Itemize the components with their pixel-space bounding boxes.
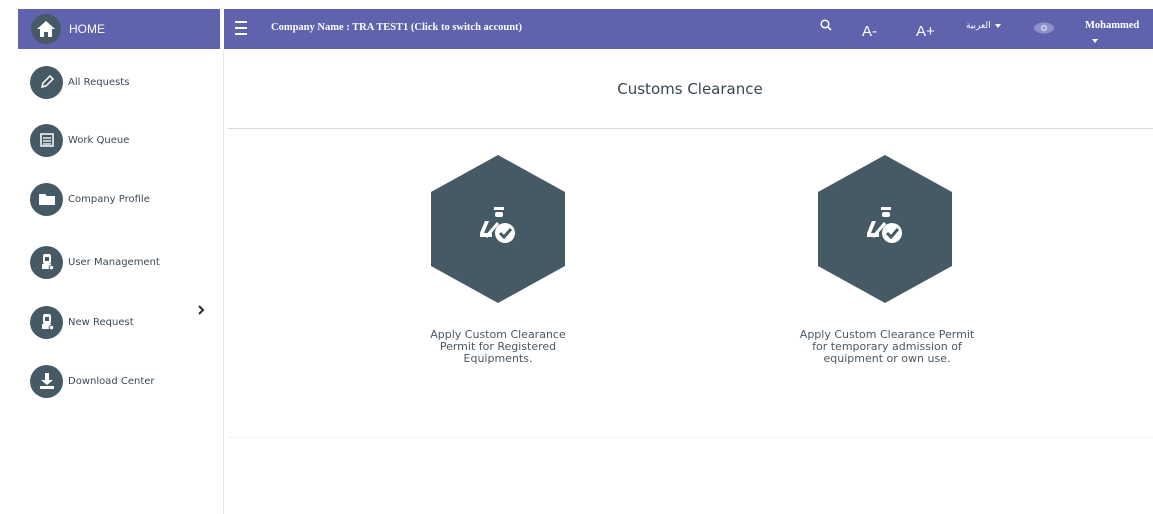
- company-switch-link[interactable]: Company Name : TRA TEST1 (Click to switc…: [271, 22, 522, 33]
- user-caret-icon: [1092, 39, 1098, 43]
- sidebar-item-all-requests[interactable]: All Requests: [30, 62, 220, 102]
- caret-down-icon: [994, 24, 1001, 28]
- sidebar-item-user-management[interactable]: User Management: [30, 242, 220, 282]
- user-lock-icon: [30, 305, 63, 339]
- customs-officer-check-icon: [818, 155, 952, 303]
- home-icon: [31, 14, 61, 44]
- sidebar-item-download-center[interactable]: Download Center: [30, 361, 220, 401]
- font-increase-button[interactable]: A+: [916, 23, 935, 40]
- chevron-right-icon[interactable]: [196, 304, 206, 316]
- eye-icon[interactable]: [1033, 21, 1055, 35]
- search-icon[interactable]: [819, 18, 833, 32]
- app-frame: HOME Company Name : TRA TEST1 (Click to …: [0, 0, 1153, 514]
- sidebar-item-new-request[interactable]: New Request: [30, 302, 220, 342]
- language-label: العربية: [966, 21, 991, 31]
- folder-icon: [30, 182, 63, 216]
- download-icon: [30, 364, 63, 398]
- menu-toggle-icon[interactable]: [235, 21, 247, 35]
- divider: [228, 437, 1153, 438]
- card-description: Apply Custom Clearance Permit for Regist…: [430, 328, 566, 365]
- home-button[interactable]: HOME: [18, 9, 220, 49]
- sidebar-item-label: All Requests: [68, 76, 130, 88]
- tray-icon: [30, 123, 63, 157]
- sidebar-item-company-profile[interactable]: Company Profile: [30, 179, 220, 219]
- language-dropdown[interactable]: العربية: [966, 21, 1001, 31]
- sidebar-item-label: Download Center: [68, 375, 155, 387]
- card-registered-equipment[interactable]: Apply Custom Clearance Permit for Regist…: [372, 155, 622, 385]
- font-decrease-button[interactable]: A-: [862, 23, 877, 40]
- home-label: HOME: [69, 22, 105, 36]
- pencil-icon: [30, 65, 63, 99]
- sidebar-item-work-queue[interactable]: Work Queue: [30, 120, 220, 160]
- card-temporary-admission[interactable]: Apply Custom Clearance Permit for tempor…: [762, 155, 1012, 395]
- top-bar: HOME Company Name : TRA TEST1 (Click to …: [0, 0, 1153, 50]
- sidebar-item-label: Work Queue: [68, 134, 130, 146]
- customs-officer-check-icon: [431, 155, 565, 303]
- sidebar-item-label: New Request: [68, 316, 134, 328]
- sidebar-item-label: Company Profile: [68, 193, 150, 205]
- sidebar: All Requests Work Queue Company Profile: [0, 50, 224, 514]
- user-lock-icon: [30, 245, 63, 279]
- page-title: Customs Clearance: [617, 80, 763, 98]
- sidebar-item-label: User Management: [68, 256, 160, 268]
- nav-bar: Company Name : TRA TEST1 (Click to switc…: [224, 9, 1153, 49]
- user-menu[interactable]: Mohammed: [1085, 20, 1139, 31]
- card-description: Apply Custom Clearance Permit for tempor…: [799, 328, 975, 365]
- divider: [228, 128, 1153, 129]
